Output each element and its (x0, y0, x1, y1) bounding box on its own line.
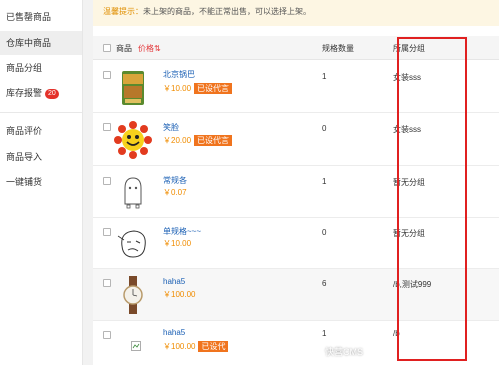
spec-count: 0 (322, 228, 327, 237)
group-name: /b (393, 329, 400, 338)
product-price: ￥0.07 (163, 188, 187, 197)
spec-count: 1 (322, 177, 327, 186)
table-row: haha5 ￥100.00 6 /b,测试999 (93, 269, 499, 321)
content-gutter (83, 0, 93, 365)
endorsement-tag: 已设代 (198, 341, 229, 352)
sidebar: 已售罄商品 仓库中商品 商品分组 库存报警 20 商品评价 商品导入 一键铺货 (0, 0, 83, 365)
sidebar-item-one-click[interactable]: 一键铺货 (0, 170, 82, 194)
row-checkbox[interactable] (103, 123, 111, 131)
table-row: 单规格~~~ ￥10.00 0 暂无分组 (93, 218, 499, 269)
row-checkbox[interactable] (103, 279, 111, 287)
group-name: 暂无分组 (393, 229, 425, 238)
snack-bag-image (122, 71, 144, 105)
warning-tip-bar: 温馨提示：未上架的商品，不能正常出售，可以选择上架。 (93, 0, 499, 26)
product-name-link[interactable]: haha5 (163, 328, 185, 337)
table-header: 商品 价格⇅ 规格数量 所属分组 (93, 36, 499, 60)
spec-count: 0 (322, 124, 327, 133)
product-price: ￥20.00 已设代言 (163, 135, 233, 146)
price-value: ￥100.00 (163, 342, 196, 351)
table-row: haha5 ￥100.00 已设代 1 /b (93, 321, 499, 365)
product-price: ￥10.00 (163, 239, 192, 248)
watermark: 快营CMS (325, 347, 363, 357)
sidebar-item-import[interactable]: 商品导入 (0, 145, 82, 169)
row-checkbox[interactable] (103, 71, 111, 79)
row-checkbox[interactable] (103, 177, 111, 185)
group-name: /b,测试999 (393, 280, 432, 289)
sidebar-item-groups[interactable]: 商品分组 (0, 56, 82, 80)
product-name-link[interactable]: 笑脸 (163, 122, 179, 133)
tip-label: 温馨提示： (103, 7, 143, 16)
spec-count: 1 (322, 72, 327, 81)
product-price: ￥100.00 已设代 (163, 341, 229, 352)
product-price: ￥100.00 (163, 290, 196, 299)
price-value: ￥20.00 (163, 136, 192, 145)
table-row: 常规各 ￥0.07 1 暂无分组 (93, 166, 499, 218)
group-name: 女装sss (393, 125, 421, 134)
broken-image-icon (131, 341, 141, 351)
alarm-count-badge: 20 (45, 89, 59, 99)
group-name: 暂无分组 (393, 178, 425, 187)
spec-count: 1 (322, 329, 327, 338)
main-panel: 温馨提示：未上架的商品，不能正常出售，可以选择上架。 商品 价格⇅ 规格数量 所… (93, 0, 499, 365)
table-row: 笑脸 ￥20.00 已设代言 0 女装sss (93, 113, 499, 166)
product-name-link[interactable]: haha5 (163, 277, 185, 286)
sidebar-item-label: 库存报警 (6, 88, 43, 98)
row-checkbox[interactable] (103, 331, 111, 339)
header-spec-count: 规格数量 (322, 44, 354, 53)
sidebar-item-reviews[interactable]: 商品评价 (0, 119, 82, 143)
spec-count: 6 (322, 279, 327, 288)
table-row: 北京锅巴 ￥10.00 已设代言 1 女装sss (93, 61, 499, 113)
header-price-sort[interactable]: 价格⇅ (138, 43, 161, 54)
sketch-face-image (117, 230, 146, 258)
smiley-sun-image (114, 121, 152, 159)
wristwatch-image (123, 276, 143, 314)
sidebar-item-stock-alarm[interactable]: 库存报警 20 (0, 81, 82, 105)
product-name-link[interactable]: 单规格~~~ (163, 226, 201, 237)
endorsement-tag: 已设代言 (194, 83, 233, 94)
product-price: ￥10.00 已设代言 (163, 83, 233, 94)
header-group: 所属分组 (393, 44, 425, 53)
group-name: 女装sss (393, 73, 421, 82)
product-name-link[interactable]: 常规各 (163, 175, 187, 186)
header-product: 商品 (116, 44, 132, 53)
sketch-figure-image (124, 177, 142, 209)
sidebar-item-sold-out[interactable]: 已售罄商品 (0, 5, 82, 29)
product-name-link[interactable]: 北京锅巴 (163, 69, 195, 80)
endorsement-tag: 已设代言 (194, 135, 233, 146)
sidebar-divider (0, 112, 82, 113)
select-all-checkbox[interactable] (103, 44, 111, 52)
row-checkbox[interactable] (103, 228, 111, 236)
tip-text: 未上架的商品，不能正常出售，可以选择上架。 (143, 7, 311, 16)
sidebar-item-warehouse[interactable]: 仓库中商品 (0, 31, 82, 55)
price-value: ￥10.00 (163, 84, 192, 93)
